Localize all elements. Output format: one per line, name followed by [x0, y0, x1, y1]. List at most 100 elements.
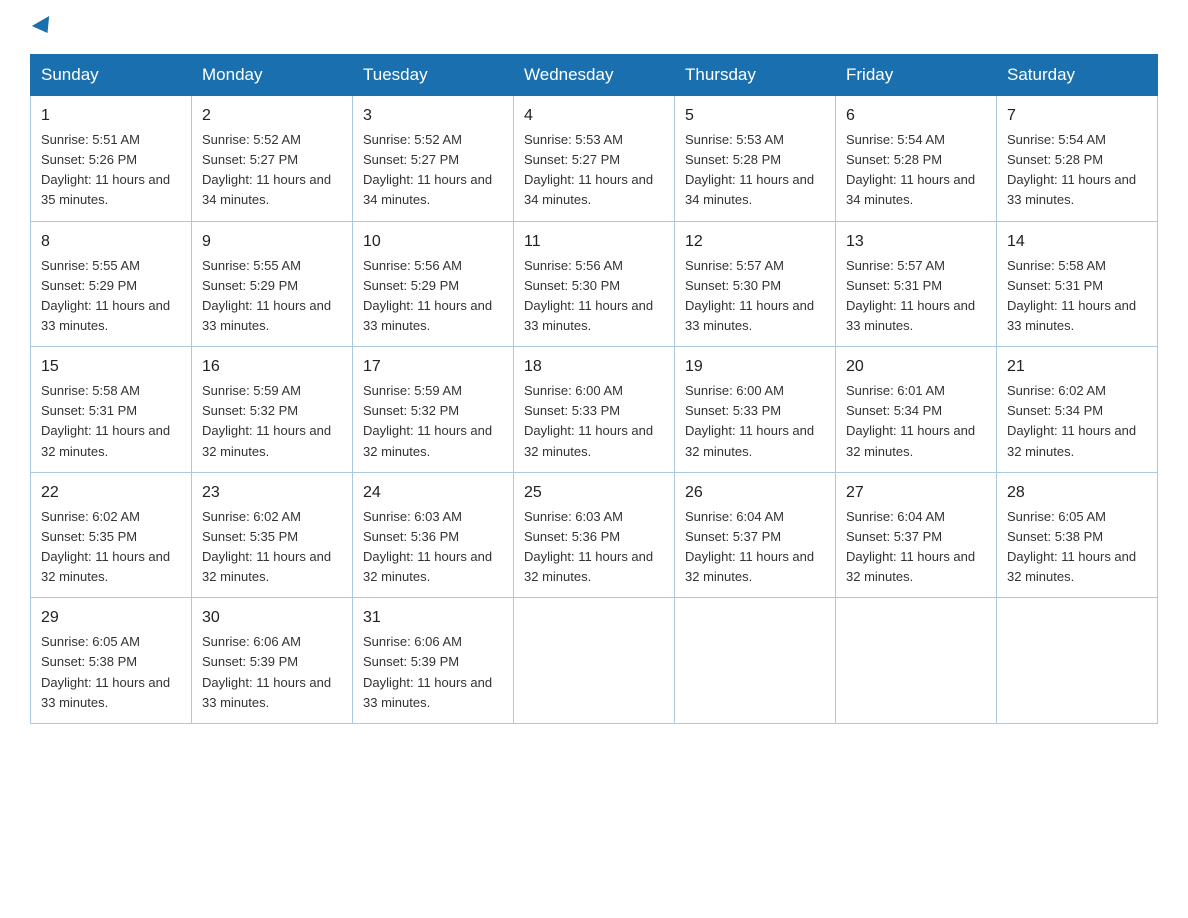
day-info: Sunrise: 6:00 AMSunset: 5:33 PMDaylight:… — [524, 383, 653, 458]
day-number: 6 — [846, 104, 986, 128]
day-number: 8 — [41, 230, 181, 254]
day-info: Sunrise: 5:55 AMSunset: 5:29 PMDaylight:… — [202, 258, 331, 333]
weekday-header-row: SundayMondayTuesdayWednesdayThursdayFrid… — [31, 55, 1158, 96]
calendar-cell — [836, 598, 997, 724]
day-number: 1 — [41, 104, 181, 128]
calendar-cell: 1 Sunrise: 5:51 AMSunset: 5:26 PMDaylight… — [31, 96, 192, 222]
calendar-cell: 20 Sunrise: 6:01 AMSunset: 5:34 PMDayligh… — [836, 347, 997, 473]
calendar-cell: 7 Sunrise: 5:54 AMSunset: 5:28 PMDaylight… — [997, 96, 1158, 222]
day-number: 29 — [41, 606, 181, 630]
calendar-cell: 8Sunrise: 5:55 AMSunset: 5:29 PMDaylight… — [31, 221, 192, 347]
calendar-cell: 26 Sunrise: 6:04 AMSunset: 5:37 PMDayligh… — [675, 472, 836, 598]
calendar-cell — [514, 598, 675, 724]
day-number: 23 — [202, 481, 342, 505]
day-info: Sunrise: 5:53 AMSunset: 5:28 PMDaylight:… — [685, 132, 814, 207]
day-number: 17 — [363, 355, 503, 379]
calendar-cell: 14 Sunrise: 5:58 AMSunset: 5:31 PMDayligh… — [997, 221, 1158, 347]
day-info: Sunrise: 5:59 AMSunset: 5:32 PMDaylight:… — [202, 383, 331, 458]
day-info: Sunrise: 6:00 AMSunset: 5:33 PMDaylight:… — [685, 383, 814, 458]
day-info: Sunrise: 5:58 AMSunset: 5:31 PMDaylight:… — [41, 383, 170, 458]
calendar-cell: 21Sunrise: 6:02 AMSunset: 5:34 PMDayligh… — [997, 347, 1158, 473]
day-info: Sunrise: 6:06 AMSunset: 5:39 PMDaylight:… — [202, 634, 331, 709]
weekday-header-tuesday: Tuesday — [353, 55, 514, 96]
day-info: Sunrise: 5:54 AMSunset: 5:28 PMDaylight:… — [1007, 132, 1136, 207]
calendar-cell: 13 Sunrise: 5:57 AMSunset: 5:31 PMDayligh… — [836, 221, 997, 347]
calendar-cell: 28 Sunrise: 6:05 AMSunset: 5:38 PMDayligh… — [997, 472, 1158, 598]
day-info: Sunrise: 5:54 AMSunset: 5:28 PMDaylight:… — [846, 132, 975, 207]
day-number: 11 — [524, 230, 664, 254]
day-number: 3 — [363, 104, 503, 128]
day-number: 20 — [846, 355, 986, 379]
day-info: Sunrise: 5:51 AMSunset: 5:26 PMDaylight:… — [41, 132, 170, 207]
calendar-cell: 16 Sunrise: 5:59 AMSunset: 5:32 PMDayligh… — [192, 347, 353, 473]
day-info: Sunrise: 6:03 AMSunset: 5:36 PMDaylight:… — [363, 509, 492, 584]
day-number: 25 — [524, 481, 664, 505]
weekday-header-thursday: Thursday — [675, 55, 836, 96]
day-info: Sunrise: 5:58 AMSunset: 5:31 PMDaylight:… — [1007, 258, 1136, 333]
calendar-cell: 30 Sunrise: 6:06 AMSunset: 5:39 PMDayligh… — [192, 598, 353, 724]
day-number: 12 — [685, 230, 825, 254]
calendar-cell: 5 Sunrise: 5:53 AMSunset: 5:28 PMDaylight… — [675, 96, 836, 222]
day-number: 31 — [363, 606, 503, 630]
day-info: Sunrise: 6:01 AMSunset: 5:34 PMDaylight:… — [846, 383, 975, 458]
calendar-cell: 24 Sunrise: 6:03 AMSunset: 5:36 PMDayligh… — [353, 472, 514, 598]
calendar-cell — [675, 598, 836, 724]
day-info: Sunrise: 6:02 AMSunset: 5:34 PMDaylight:… — [1007, 383, 1136, 458]
calendar-cell: 3Sunrise: 5:52 AMSunset: 5:27 PMDaylight… — [353, 96, 514, 222]
day-number: 26 — [685, 481, 825, 505]
day-info: Sunrise: 5:59 AMSunset: 5:32 PMDaylight:… — [363, 383, 492, 458]
day-number: 7 — [1007, 104, 1147, 128]
weekday-header-friday: Friday — [836, 55, 997, 96]
day-number: 19 — [685, 355, 825, 379]
day-number: 4 — [524, 104, 664, 128]
day-number: 24 — [363, 481, 503, 505]
calendar-cell: 25 Sunrise: 6:03 AMSunset: 5:36 PMDayligh… — [514, 472, 675, 598]
day-info: Sunrise: 6:05 AMSunset: 5:38 PMDaylight:… — [41, 634, 170, 709]
header — [30, 20, 1158, 34]
day-number: 30 — [202, 606, 342, 630]
day-info: Sunrise: 6:04 AMSunset: 5:37 PMDaylight:… — [685, 509, 814, 584]
calendar-cell: 17 Sunrise: 5:59 AMSunset: 5:32 PMDayligh… — [353, 347, 514, 473]
calendar-cell: 12Sunrise: 5:57 AMSunset: 5:30 PMDayligh… — [675, 221, 836, 347]
weekday-header-monday: Monday — [192, 55, 353, 96]
calendar-cell: 27Sunrise: 6:04 AMSunset: 5:37 PMDayligh… — [836, 472, 997, 598]
calendar-cell: 23 Sunrise: 6:02 AMSunset: 5:35 PMDayligh… — [192, 472, 353, 598]
calendar-cell: 31 Sunrise: 6:06 AMSunset: 5:39 PMDayligh… — [353, 598, 514, 724]
day-info: Sunrise: 6:02 AMSunset: 5:35 PMDaylight:… — [202, 509, 331, 584]
day-number: 16 — [202, 355, 342, 379]
day-number: 27 — [846, 481, 986, 505]
day-number: 22 — [41, 481, 181, 505]
day-number: 13 — [846, 230, 986, 254]
day-number: 5 — [685, 104, 825, 128]
weekday-header-sunday: Sunday — [31, 55, 192, 96]
day-number: 15 — [41, 355, 181, 379]
day-info: Sunrise: 6:03 AMSunset: 5:36 PMDaylight:… — [524, 509, 653, 584]
calendar-cell — [997, 598, 1158, 724]
day-number: 14 — [1007, 230, 1147, 254]
weekday-header-wednesday: Wednesday — [514, 55, 675, 96]
day-info: Sunrise: 5:56 AMSunset: 5:30 PMDaylight:… — [524, 258, 653, 333]
day-info: Sunrise: 5:57 AMSunset: 5:31 PMDaylight:… — [846, 258, 975, 333]
week-row-4: 22 Sunrise: 6:02 AMSunset: 5:35 PMDayligh… — [31, 472, 1158, 598]
day-number: 9 — [202, 230, 342, 254]
day-info: Sunrise: 5:56 AMSunset: 5:29 PMDaylight:… — [363, 258, 492, 333]
calendar-cell: 10 Sunrise: 5:56 AMSunset: 5:29 PMDayligh… — [353, 221, 514, 347]
calendar-cell: 19 Sunrise: 6:00 AMSunset: 5:33 PMDayligh… — [675, 347, 836, 473]
calendar-cell: 4Sunrise: 5:53 AMSunset: 5:27 PMDaylight… — [514, 96, 675, 222]
day-info: Sunrise: 5:52 AMSunset: 5:27 PMDaylight:… — [202, 132, 331, 207]
day-info: Sunrise: 6:05 AMSunset: 5:38 PMDaylight:… — [1007, 509, 1136, 584]
logo — [30, 20, 54, 34]
calendar-cell: 2Sunrise: 5:52 AMSunset: 5:27 PMDaylight… — [192, 96, 353, 222]
day-info: Sunrise: 6:02 AMSunset: 5:35 PMDaylight:… — [41, 509, 170, 584]
calendar-cell: 29 Sunrise: 6:05 AMSunset: 5:38 PMDayligh… — [31, 598, 192, 724]
day-number: 28 — [1007, 481, 1147, 505]
day-number: 18 — [524, 355, 664, 379]
calendar-cell: 9 Sunrise: 5:55 AMSunset: 5:29 PMDaylight… — [192, 221, 353, 347]
day-number: 10 — [363, 230, 503, 254]
weekday-header-saturday: Saturday — [997, 55, 1158, 96]
week-row-2: 8 Sunrise: 5:55 AMSunset: 5:29 PMDaylight… — [31, 221, 1158, 347]
calendar-cell: 18 Sunrise: 6:00 AMSunset: 5:33 PMDayligh… — [514, 347, 675, 473]
week-row-3: 15 Sunrise: 5:58 AMSunset: 5:31 PMDayligh… — [31, 347, 1158, 473]
day-info: Sunrise: 6:06 AMSunset: 5:39 PMDaylight:… — [363, 634, 492, 709]
week-row-1: 1 Sunrise: 5:51 AMSunset: 5:26 PMDaylight… — [31, 96, 1158, 222]
